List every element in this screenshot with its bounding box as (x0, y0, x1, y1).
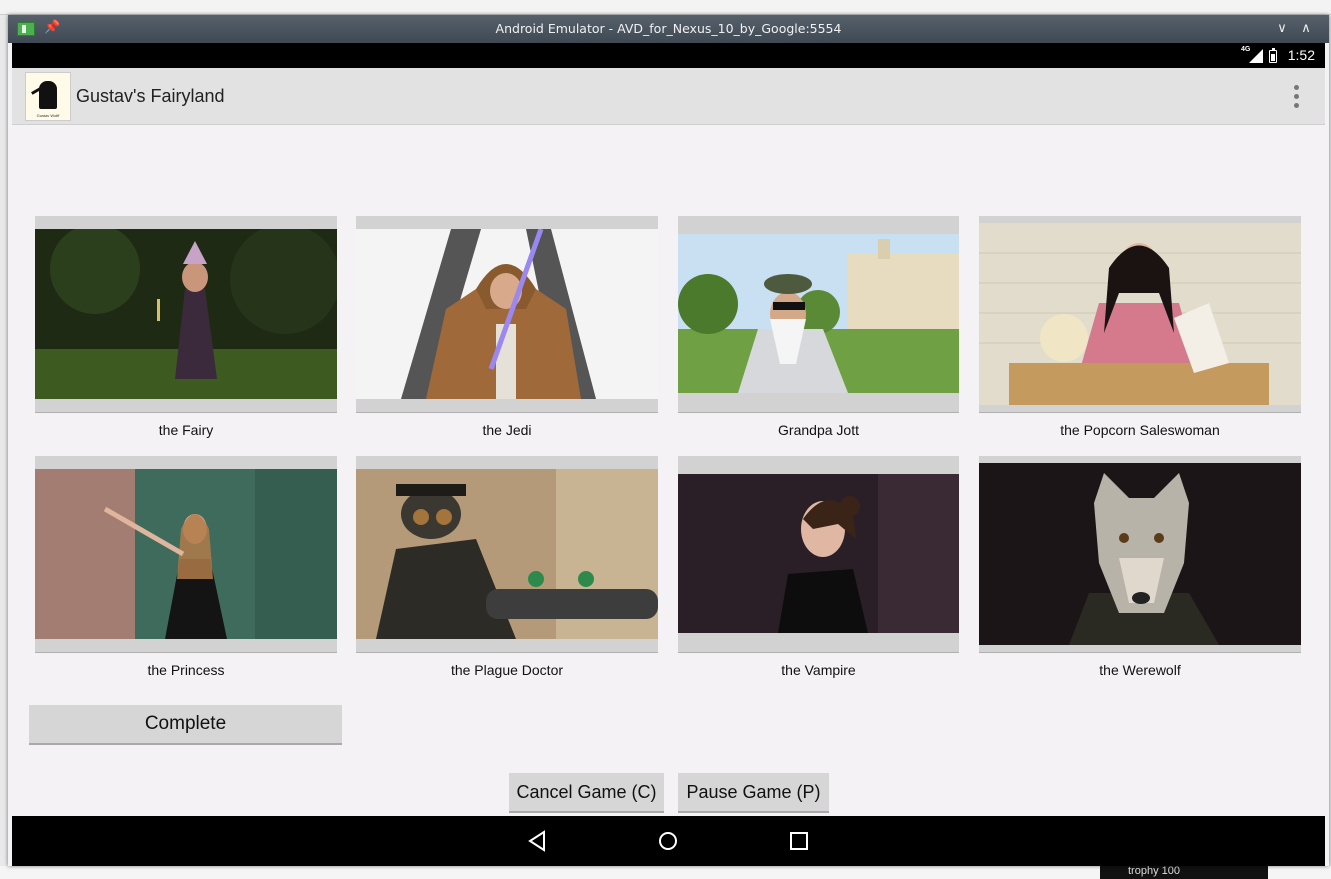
status-bar: 4G 1:52 (12, 43, 1325, 68)
werewolf-photo (979, 463, 1301, 645)
pause-game-button[interactable]: Pause Game (P) (678, 773, 829, 813)
character-label: the Princess (147, 662, 225, 678)
status-clock: 1:52 (1287, 47, 1315, 63)
vampire-photo (678, 474, 959, 633)
jedi-photo (356, 229, 658, 399)
complete-button[interactable]: Complete (29, 705, 342, 745)
fairy-photo (35, 229, 337, 399)
navigation-bar (12, 816, 1325, 866)
logo-caption: Gustav Wolff (36, 113, 60, 118)
action-bar: Gustav Wolff Gustav's Fairyland (12, 68, 1325, 125)
character-label: the Plague Doctor (450, 662, 564, 678)
character-label: the Popcorn Saleswoman (1060, 422, 1220, 438)
popcorn-photo (979, 223, 1301, 405)
character-label: the Werewolf (1099, 662, 1181, 678)
princess-photo (35, 469, 337, 639)
app-title: Gustav's Fairyland (76, 86, 225, 106)
character-label: the Fairy (158, 422, 214, 438)
maximize-icon[interactable]: ∧ (1296, 19, 1316, 39)
device-screen: 4G 1:52 Gustav Wolff Gustav's Fairyland (12, 43, 1325, 866)
recent-apps-icon[interactable] (786, 828, 812, 854)
app-logo[interactable]: Gustav Wolff (25, 72, 71, 121)
overflow-menu-icon[interactable] (1294, 85, 1300, 109)
back-icon[interactable] (524, 828, 550, 854)
grandpa-photo (678, 234, 959, 393)
window-title: Android Emulator - AVD_for_Nexus_10_by_G… (495, 21, 842, 36)
character-label: the Jedi (482, 422, 532, 438)
character-label: the Vampire (781, 662, 856, 678)
window-titlebar[interactable]: 📌 Android Emulator - AVD_for_Nexus_10_by… (8, 15, 1329, 43)
signal-icon: 4G (1241, 46, 1263, 63)
emulator-window: 📌 Android Emulator - AVD_for_Nexus_10_by… (8, 15, 1329, 866)
cancel-game-button[interactable]: Cancel Game (C) (509, 773, 664, 813)
background-browser-toolbar (0, 0, 1331, 15)
background-taskbar-item: trophy 100 (1100, 864, 1268, 879)
network-type: 4G (1241, 46, 1251, 53)
battery-icon (1269, 47, 1277, 63)
plague-doctor-photo (356, 469, 658, 639)
home-icon[interactable] (655, 828, 681, 854)
character-label: Grandpa Jott (778, 422, 859, 438)
minimize-icon[interactable]: ∨ (1272, 19, 1292, 39)
